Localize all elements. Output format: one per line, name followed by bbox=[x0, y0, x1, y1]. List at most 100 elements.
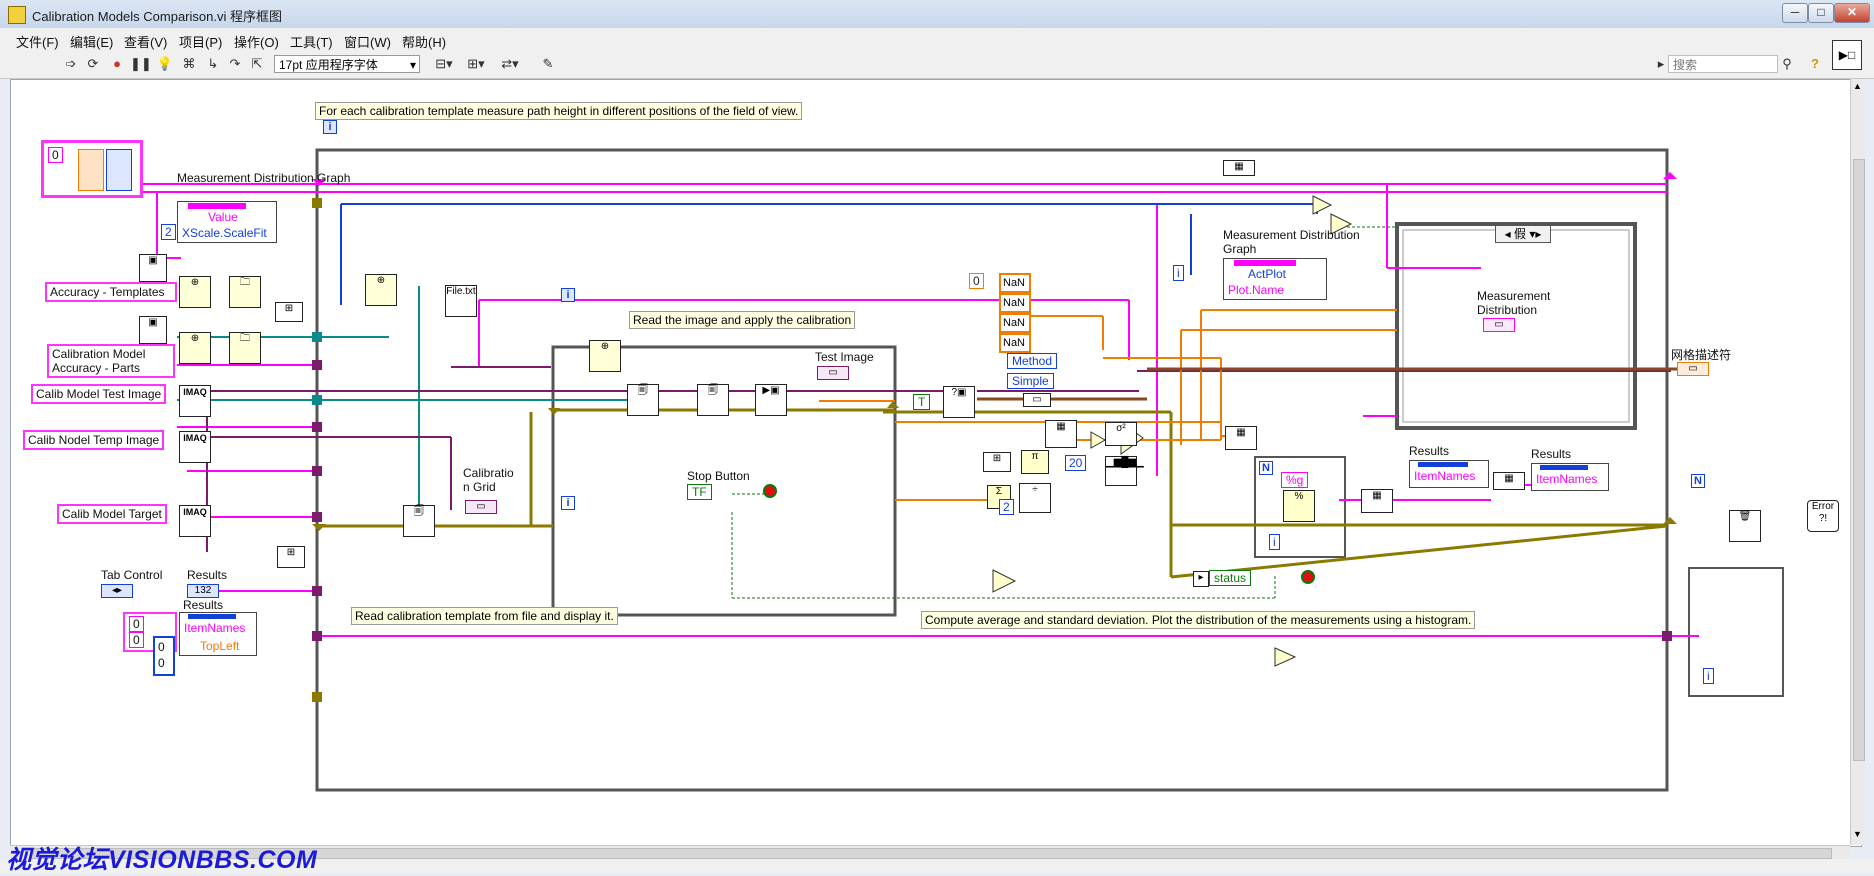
imaq-dispose-icon[interactable]: 🗑 bbox=[1729, 510, 1761, 542]
menu-file[interactable]: 文件(F) bbox=[16, 32, 59, 51]
cluster-index[interactable]: 0 bbox=[48, 147, 63, 163]
status-terminal[interactable]: status bbox=[1209, 570, 1252, 586]
imaq-learn-calibration-icon[interactable]: 🗐 bbox=[697, 384, 729, 416]
build-path-inner-icon[interactable]: ⊕ bbox=[589, 340, 621, 372]
stop-button-terminal[interactable]: TF bbox=[687, 484, 712, 500]
results-terminal[interactable]: 132 bbox=[187, 584, 219, 598]
imaq-target-terminal[interactable]: IMAQ bbox=[179, 505, 211, 537]
std-deviation-icon[interactable]: σ² bbox=[1105, 422, 1137, 446]
format-into-string-icon[interactable]: % bbox=[1283, 490, 1315, 522]
pi-node-icon[interactable]: π bbox=[1021, 450, 1049, 474]
menu-view[interactable]: 查看(V) bbox=[124, 32, 167, 51]
imaq-temp-image-terminal[interactable]: IMAQ bbox=[179, 431, 211, 463]
build-array-icon[interactable]: ▦ bbox=[1045, 420, 1077, 448]
search-icon[interactable]: ⚲ bbox=[1778, 56, 1796, 72]
cluster-constant[interactable]: 0 bbox=[41, 140, 143, 198]
array-to-cluster-icon[interactable]: ⊞ bbox=[983, 452, 1011, 472]
strip-path-icon[interactable]: ⊕ bbox=[365, 274, 397, 306]
build-path-icon[interactable]: ⊕ bbox=[179, 276, 211, 308]
calib-nodel-temp-image-control[interactable]: Calib Nodel Temp Image bbox=[23, 430, 165, 450]
abort-icon[interactable]: ● bbox=[108, 56, 126, 72]
stop-outer-loop-icon[interactable] bbox=[1301, 570, 1315, 584]
nan-constant-4[interactable]: NaN bbox=[999, 333, 1031, 353]
calib-model-target-control[interactable]: Calib Model Target bbox=[57, 504, 167, 524]
const-20[interactable]: 20 bbox=[1065, 455, 1087, 471]
table-descriptor-terminal[interactable]: ▭ bbox=[1677, 362, 1709, 376]
stop-condition-icon[interactable] bbox=[763, 484, 777, 498]
imaq-test-image-terminal[interactable]: IMAQ bbox=[179, 385, 211, 417]
unbundle-error-icon[interactable]: ▸ bbox=[1193, 571, 1209, 587]
imaq-correct-calibrated-image-icon[interactable]: ▶▣ bbox=[755, 384, 787, 416]
help-icon[interactable]: ? bbox=[1806, 56, 1824, 72]
menu-window[interactable]: 窗口(W) bbox=[344, 32, 391, 51]
array-a-value-2[interactable]: 0 bbox=[129, 632, 144, 648]
simple-enum[interactable]: Simple bbox=[1007, 373, 1054, 389]
step-out-icon[interactable]: ⇱ bbox=[248, 56, 266, 72]
distribute-objects-icon[interactable]: ⊞▾ bbox=[464, 56, 488, 72]
scroll-up-icon[interactable]: ▲ bbox=[1853, 81, 1863, 91]
imaq-read-file-icon[interactable]: 🗐 bbox=[403, 505, 435, 537]
highlight-execution-icon[interactable]: 💡 bbox=[156, 56, 174, 72]
nan-constant-2[interactable]: NaN bbox=[999, 293, 1031, 313]
step-over-icon[interactable]: ↷ bbox=[226, 56, 244, 72]
test-image-indicator[interactable]: ▭ bbox=[817, 366, 849, 380]
const-2[interactable]: 2 bbox=[161, 224, 176, 240]
build-cluster-array-icon[interactable]: ▦ bbox=[1223, 160, 1255, 176]
imaq-read-image-icon[interactable]: 🗐 bbox=[627, 384, 659, 416]
case-structure[interactable] bbox=[1395, 222, 1637, 430]
file-path-icon[interactable]: ▣ bbox=[139, 316, 167, 344]
reorder-icon[interactable]: ⇄▾ bbox=[498, 56, 522, 72]
accuracy-templates-control[interactable]: Accuracy - Templates bbox=[45, 282, 177, 302]
block-diagram[interactable]: For each calibration template measure pa… bbox=[10, 79, 1862, 847]
unbundle-icon[interactable]: ▭ bbox=[1023, 393, 1051, 407]
menu-edit[interactable]: 编辑(E) bbox=[70, 32, 113, 51]
error-handler-icon[interactable]: Error ?! bbox=[1807, 500, 1839, 532]
minimize-button[interactable]: ─ bbox=[1782, 3, 1808, 23]
build-path-icon[interactable]: ⊕ bbox=[179, 332, 211, 364]
vertical-scroll-thumb[interactable] bbox=[1853, 159, 1865, 761]
array-index-icon[interactable]: ⊞ bbox=[275, 302, 303, 322]
calibration-model-accuracy-control[interactable]: Calibration Model Accuracy - Parts bbox=[47, 344, 175, 378]
array-a-value-1[interactable]: 0 bbox=[129, 616, 144, 632]
file-txt-node[interactable]: File.txt bbox=[445, 285, 477, 317]
histogram-icon[interactable]: ▁▆█▆▁ bbox=[1105, 456, 1144, 486]
const-2b[interactable]: 2 bbox=[999, 499, 1014, 515]
array-constant-b[interactable]: 0 0 bbox=[153, 636, 175, 676]
menu-help[interactable]: 帮助(H) bbox=[402, 32, 446, 51]
loop-i-terminal[interactable]: i bbox=[1173, 265, 1184, 281]
results-property-node-b[interactable]: ItemNames bbox=[1531, 463, 1609, 491]
search-input[interactable]: 搜索 bbox=[1668, 55, 1778, 73]
nan-constant-1[interactable]: NaN bbox=[999, 273, 1031, 293]
measurement-distribution-terminal[interactable]: ▭ bbox=[1483, 318, 1515, 332]
case-selector[interactable]: ◂ 假 ▾▸ bbox=[1495, 225, 1551, 243]
menu-project[interactable]: 项目(P) bbox=[179, 32, 222, 51]
calib-model-test-image-control[interactable]: Calib Model Test Image bbox=[31, 384, 167, 404]
mdg-property-node-2[interactable]: ActPlot Plot.Name bbox=[1223, 258, 1327, 300]
close-button[interactable]: ✕ bbox=[1834, 3, 1870, 23]
method-terminal[interactable]: Method bbox=[1007, 353, 1058, 369]
calibration-grid-indicator[interactable]: ▭ bbox=[465, 500, 497, 514]
folder-icon[interactable]: 🗀 bbox=[229, 276, 261, 308]
results-property-node-c[interactable]: ItemNames TopLeft bbox=[179, 612, 257, 656]
divide-icon[interactable]: ÷ bbox=[1019, 483, 1051, 513]
run-continuously-icon[interactable]: ⟳ bbox=[84, 56, 102, 72]
nan-constant-3[interactable]: NaN bbox=[999, 313, 1031, 333]
folder-icon[interactable]: 🗀 bbox=[229, 332, 261, 364]
imaq-measure-icon[interactable]: ?▣ bbox=[943, 386, 975, 418]
bundle-icon[interactable]: ▦ bbox=[1225, 426, 1257, 450]
vertical-scrollbar[interactable]: ▲ ▼ bbox=[1850, 79, 1865, 845]
build-array-icon[interactable]: ▦ bbox=[1493, 472, 1525, 490]
merge-errors-icon[interactable]: ⊞ bbox=[277, 546, 305, 568]
file-path-icon[interactable]: ▣ bbox=[139, 254, 167, 282]
align-objects-icon[interactable]: ⊟▾ bbox=[432, 56, 456, 72]
step-into-icon[interactable]: ↳ bbox=[204, 56, 222, 72]
build-array-icon[interactable]: ▦ bbox=[1361, 489, 1393, 513]
font-select[interactable]: 17pt 应用程序字体 ▾ bbox=[274, 55, 420, 73]
pause-icon[interactable]: ❚❚ bbox=[130, 56, 152, 72]
format-string-constant[interactable]: %g bbox=[1281, 472, 1309, 488]
menu-operate[interactable]: 操作(O) bbox=[234, 32, 279, 51]
true-constant[interactable]: T bbox=[913, 394, 931, 410]
cleanup-diagram-icon[interactable]: ✎ bbox=[536, 56, 560, 72]
const-zero-orange[interactable]: 0 bbox=[969, 273, 984, 289]
results-property-node[interactable]: ItemNames bbox=[1409, 460, 1489, 488]
